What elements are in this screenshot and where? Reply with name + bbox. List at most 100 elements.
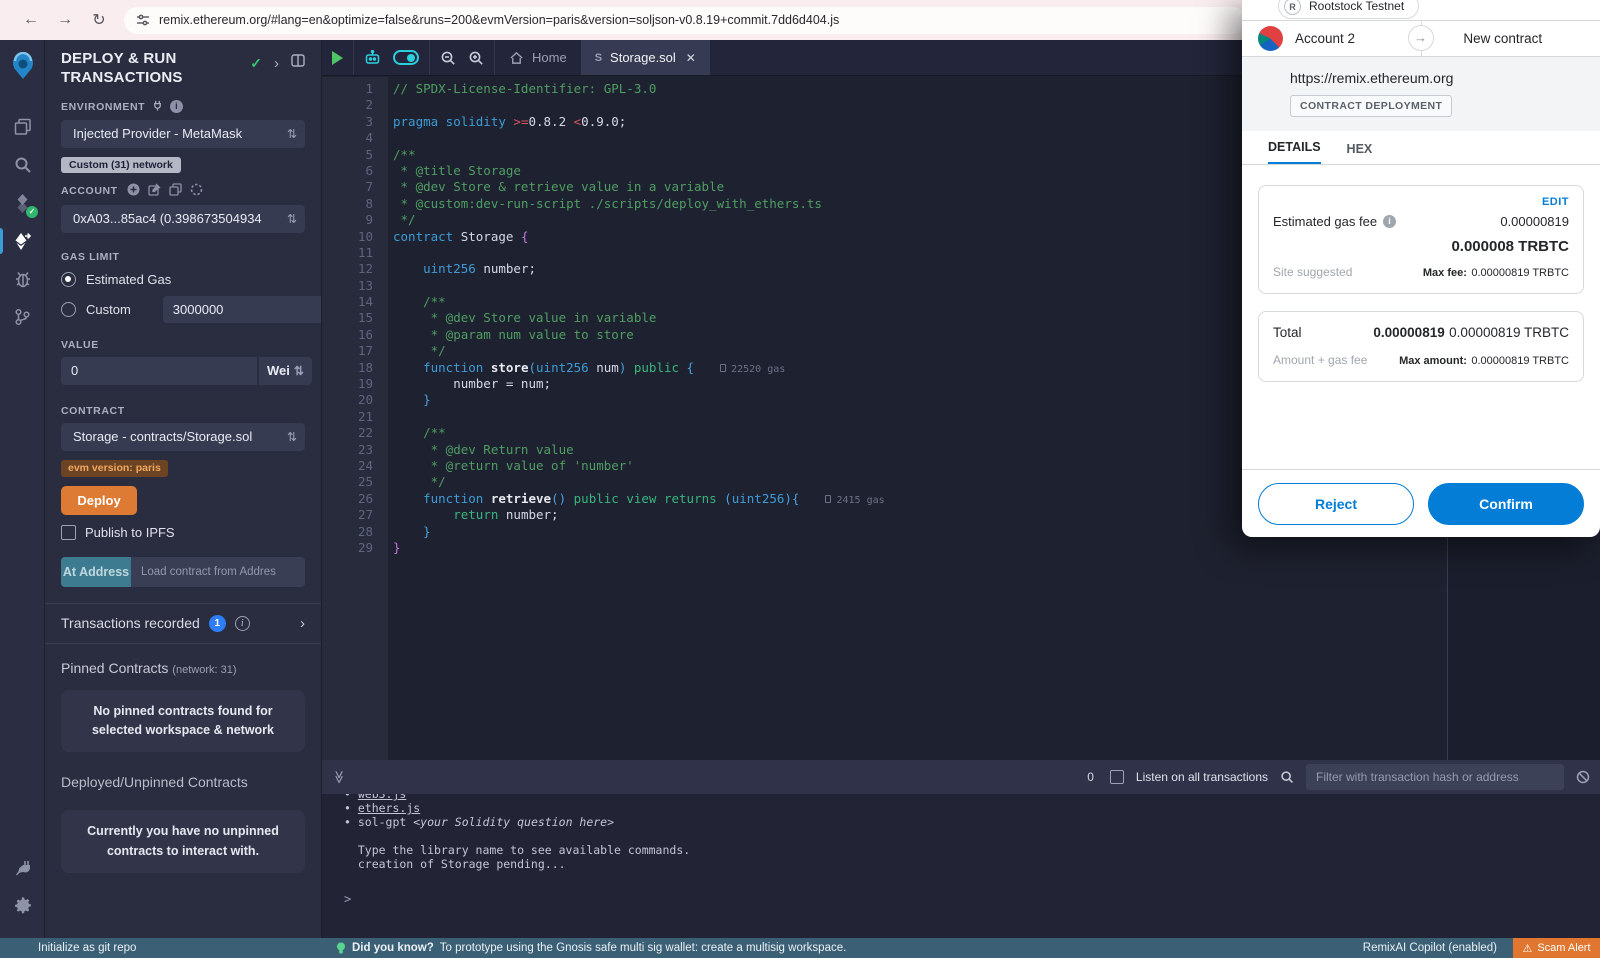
at-address-button[interactable]: At Address [61, 557, 131, 587]
fuel-icon [720, 364, 726, 372]
site-suggested-label: Site suggested [1273, 265, 1352, 279]
tab-home[interactable]: Home [495, 40, 581, 75]
terminal-line: • web3.js [344, 794, 1600, 801]
terminal-link[interactable]: ethers.js [358, 801, 420, 815]
metamask-popup: R Rootstock Testnet Account 2 → New cont… [1242, 0, 1600, 537]
environment-select[interactable]: Injected Provider - MetaMask ⇅ [61, 120, 305, 148]
browser-forward-icon[interactable]: → [48, 11, 82, 29]
close-tab-icon[interactable]: ✕ [686, 51, 696, 65]
terminal-line: • sol-gpt <your Solidity question here> [344, 815, 1600, 829]
sidebar-item-file-explorer[interactable] [0, 108, 45, 146]
unpinned-contracts-title: Deployed/Unpinned Contracts [61, 774, 305, 790]
edit-gas-button[interactable]: EDIT [1273, 196, 1569, 208]
amount-gas-label: Amount + gas fee [1273, 353, 1367, 367]
contract-select[interactable]: Storage - contracts/Storage.sol ⇅ [61, 423, 305, 451]
max-fee: Max fee: 0.00000819 TRBTC [1423, 263, 1569, 281]
tab-hex[interactable]: HEX [1347, 142, 1373, 164]
sidebar-item-search[interactable] [0, 146, 45, 184]
tab-details[interactable]: DETAILS [1268, 140, 1321, 164]
value-unit-select[interactable]: Wei ⇅ [259, 357, 312, 385]
deploy-run-panel: DEPLOY & RUN TRANSACTIONS ✓ › ENVIRONMEN… [45, 40, 322, 938]
network-badge: Custom (31) network [61, 157, 181, 173]
copilot-toggle[interactable] [393, 50, 419, 65]
remix-logo[interactable] [0, 40, 45, 92]
remixai-robot-icon[interactable] [364, 50, 381, 66]
total-value: 0.00000819 0.00000819 TRBTC [1373, 324, 1569, 342]
reject-button[interactable]: Reject [1258, 483, 1414, 525]
value-input[interactable] [61, 357, 257, 385]
terminal[interactable]: • web3.js• ethers.js• sol-gpt <your Soli… [322, 794, 1600, 938]
browser-back-icon[interactable]: ← [14, 11, 48, 29]
gas-estimate-hint: 22520 gas [720, 364, 785, 375]
details-hex-tabs: DETAILS HEX [1242, 131, 1600, 165]
custom-gas-input[interactable] [163, 296, 322, 323]
status-bar: Initialize as git repo Did you know? To … [0, 938, 1600, 958]
scam-alert-button[interactable]: ⚠ Scam Alert [1513, 938, 1600, 958]
gas-info-icon[interactable]: i [1383, 215, 1396, 228]
environment-info-icon[interactable]: i [170, 100, 183, 113]
estimated-gas-radio[interactable] [61, 272, 76, 287]
sidebar-item-git[interactable] [0, 298, 45, 336]
site-settings-icon[interactable] [136, 13, 150, 27]
gas-limit-label: GAS LIMIT [61, 251, 305, 263]
publish-ipfs-label: Publish to IPFS [85, 525, 175, 540]
unpinned-empty-message: Currently you have no unpinned contracts… [61, 810, 305, 873]
edit-account-icon[interactable] [148, 183, 161, 199]
copy-account-icon[interactable] [169, 183, 182, 199]
zoom-in-icon[interactable] [468, 50, 484, 66]
home-icon [509, 51, 524, 65]
sidebar-item-deploy-run[interactable] [0, 222, 45, 260]
select-stepper-icon: ⇅ [287, 127, 297, 141]
terminal-collapse-icon[interactable]: ≫ [331, 770, 347, 784]
sidebar-item-settings[interactable] [0, 886, 45, 924]
gas-estimate-hint: 2415 gas [825, 495, 884, 506]
origin-section: https://remix.ethereum.org CONTRACT DEPL… [1242, 57, 1600, 131]
account-select[interactable]: 0xA03...85ac4 (0.398673504934 ⇅ [61, 205, 305, 233]
zoom-out-icon[interactable] [440, 50, 456, 66]
deploy-button[interactable]: Deploy [61, 486, 137, 515]
divider [45, 643, 321, 644]
account-avatar [1258, 26, 1283, 51]
custom-gas-radio[interactable] [61, 302, 76, 317]
gas-fee-label: Estimated gas fee i [1273, 214, 1396, 229]
pinned-empty-message: No pinned contracts found for selected w… [61, 690, 305, 753]
environment-label: ENVIRONMENT i [61, 100, 305, 114]
popup-footer: Reject Confirm [1242, 469, 1600, 537]
sidebar-item-solidity-compiler[interactable]: ✓ [0, 184, 45, 222]
chevron-right-icon[interactable]: › [274, 55, 279, 72]
transactions-count-badge: 1 [209, 615, 226, 632]
plug-icon[interactable] [152, 100, 163, 114]
sidebar-item-debugger[interactable] [0, 260, 45, 298]
confirm-button[interactable]: Confirm [1428, 483, 1584, 525]
address-bar[interactable]: remix.ethereum.org/#lang=en&optimize=fal… [124, 7, 1246, 34]
split-panel-icon[interactable] [291, 54, 305, 72]
remix-ide-screen: ← → ↻ remix.ethereum.org/#lang=en&optimi… [0, 0, 1600, 958]
tab-storage-sol[interactable]: S Storage.sol ✕ [581, 40, 710, 75]
publish-ipfs-checkbox[interactable] [61, 525, 76, 540]
pinned-contracts-title: Pinned Contracts (network: 31) [61, 660, 305, 676]
sidebar-item-plugin-manager[interactable] [0, 848, 45, 886]
copilot-status[interactable]: RemixAI Copilot (enabled) [1363, 942, 1497, 954]
transactions-info-icon[interactable]: i [235, 616, 250, 631]
listen-transactions-checkbox[interactable] [1110, 770, 1124, 784]
terminal-link[interactable]: web3.js [358, 794, 406, 801]
solidity-file-icon: S [595, 52, 602, 64]
transaction-filter-input[interactable] [1306, 764, 1564, 790]
browser-reload-icon[interactable]: ↻ [82, 10, 116, 30]
value-label: VALUE [61, 339, 305, 351]
code-line: 29} [322, 540, 1600, 556]
terminal-search-icon[interactable] [1280, 770, 1294, 784]
transactions-expand-icon[interactable]: › [300, 615, 305, 632]
init-git-repo-button[interactable]: Initialize as git repo [38, 942, 136, 954]
terminal-prompt[interactable]: > [344, 892, 1600, 906]
add-account-icon[interactable] [127, 183, 140, 199]
refresh-account-icon[interactable] [190, 183, 203, 199]
custom-gas-label: Custom [86, 302, 131, 317]
arrow-right-icon: → [1408, 25, 1434, 51]
network-pill[interactable]: R Rootstock Testnet [1278, 0, 1419, 19]
did-you-know-tip: Did you know? To prototype using the Gno… [336, 942, 846, 955]
run-script-icon[interactable] [332, 51, 343, 65]
at-address-input[interactable] [131, 557, 305, 587]
select-stepper-icon: ⇅ [294, 364, 304, 378]
clear-terminal-icon[interactable] [1576, 770, 1590, 784]
